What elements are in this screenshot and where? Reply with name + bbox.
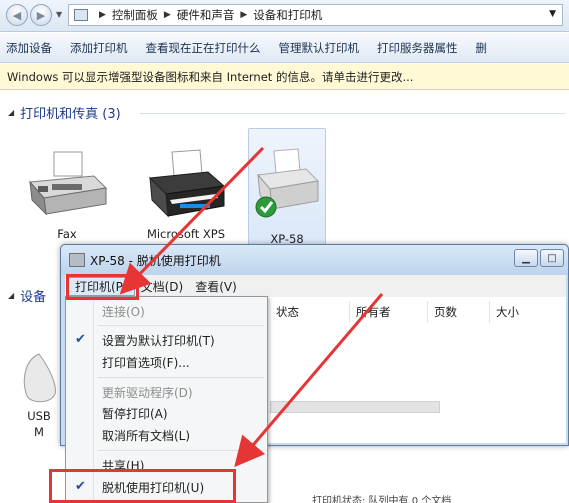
annotation-arrows <box>119 146 384 468</box>
annotation-arrow <box>119 146 265 295</box>
annotation-arrow <box>234 293 384 468</box>
